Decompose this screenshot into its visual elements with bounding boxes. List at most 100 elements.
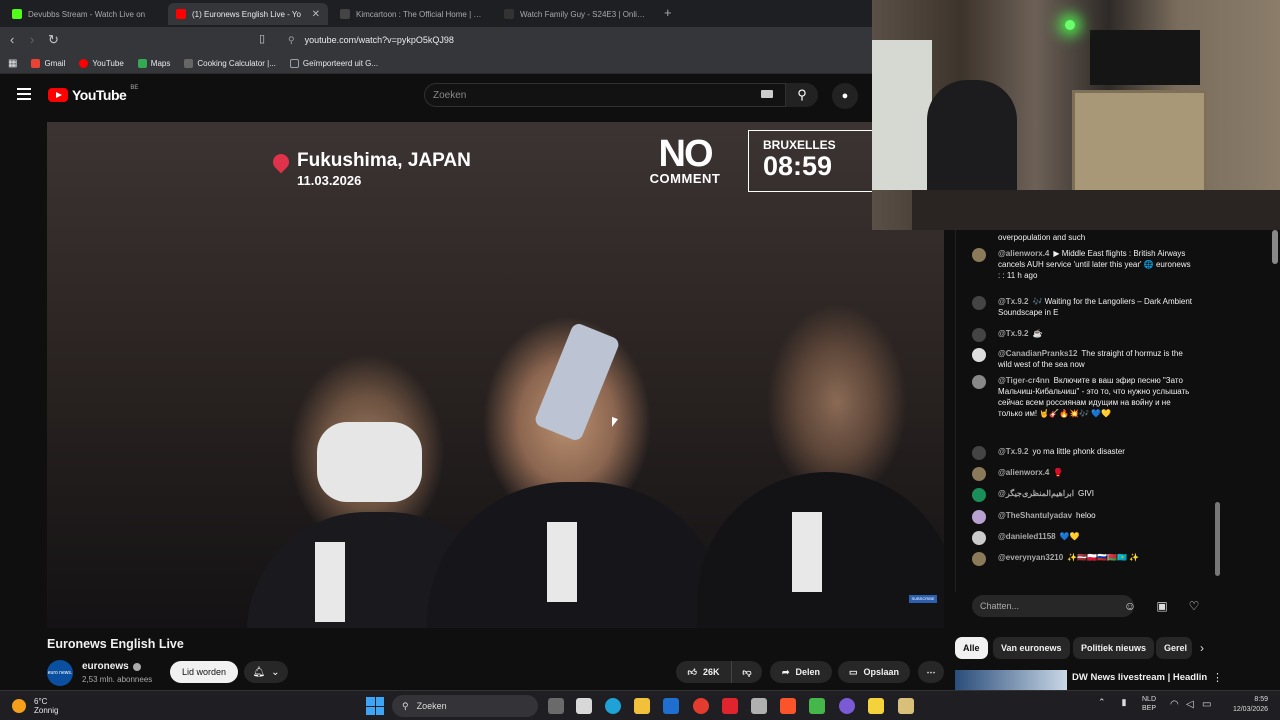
language-indicator[interactable]: NLD BEP — [1142, 695, 1156, 713]
system-tray[interactable]: ⌃ ▮ — [1098, 697, 1127, 708]
heart-icon[interactable]: ♡ — [1186, 598, 1202, 614]
new-tab-button[interactable]: + — [664, 5, 672, 20]
chat-author[interactable]: @danieled1158 — [998, 532, 1056, 541]
chat-avatar[interactable] — [972, 296, 986, 310]
chat-avatar[interactable] — [972, 328, 986, 342]
brave-icon[interactable] — [780, 698, 796, 714]
battery-status-icon[interactable]: ▭ — [1202, 699, 1211, 710]
weather-widget[interactable]: 6°C Zonnig — [12, 697, 58, 715]
youtube-app-icon[interactable] — [722, 698, 738, 714]
page-scrollbar[interactable] — [1272, 230, 1278, 264]
chip-from-euronews[interactable]: Van euronews — [993, 637, 1070, 659]
wifi-icon[interactable]: ◠ — [1170, 699, 1179, 710]
search-button[interactable]: ⚲ — [786, 83, 818, 107]
discord-icon[interactable] — [839, 698, 855, 714]
chat-author[interactable]: @alienworx.4 — [998, 249, 1049, 258]
windows-start-icon[interactable] — [366, 697, 384, 715]
calculator-icon[interactable] — [751, 698, 767, 714]
channel-avatar[interactable]: euro news. — [47, 660, 73, 686]
join-button[interactable]: Lid worden — [170, 661, 238, 683]
browser-tab[interactable]: Watch Family Guy - S24E3 | Online H — [496, 3, 656, 25]
notification-bell-button[interactable]: 🔔︎ ⌄ — [244, 661, 288, 683]
chat-avatar[interactable] — [972, 348, 986, 362]
browser-tab-active[interactable]: (1) Euronews English Live - Yo ✕ — [168, 3, 328, 25]
chat-author[interactable]: @Tx.9.2 — [998, 447, 1028, 456]
chip-related[interactable]: Gerel — [1156, 637, 1192, 659]
chip-political-news[interactable]: Politiek nieuws — [1073, 637, 1155, 659]
app-icon[interactable] — [809, 698, 825, 714]
subscribe-watermark[interactable]: SUBSCRIBE — [909, 595, 937, 603]
chat-author[interactable]: @everynyan3210 — [998, 553, 1063, 562]
chat-scrollbar[interactable] — [1215, 502, 1220, 576]
volume-icon[interactable]: ◁ — [1186, 699, 1194, 710]
related-video-title[interactable]: DW News livestream | Headline — [1072, 672, 1207, 683]
related-video-thumbnail[interactable] — [955, 670, 1067, 690]
like-button[interactable]: 👍︎ 26K — [676, 661, 732, 683]
chevron-right-icon[interactable]: › — [1200, 641, 1204, 655]
url-field[interactable]: ⚲ youtube.com/watch?v=pykpO5kQJ98 — [280, 30, 870, 50]
file-explorer-icon[interactable] — [634, 698, 650, 714]
keyboard-icon[interactable] — [761, 90, 773, 98]
chat-author[interactable]: @Tx.9.2 — [998, 297, 1028, 306]
chat-avatar[interactable] — [972, 488, 986, 502]
store-icon[interactable] — [576, 698, 592, 714]
apps-grid-icon[interactable]: ▦ — [8, 58, 17, 69]
channel-name[interactable]: euronews — [82, 661, 141, 672]
dislike-button[interactable]: 👎︎ — [732, 661, 762, 683]
live-chat-panel[interactable]: overpopulation and such @alienworx.4 ▶ Mi… — [955, 230, 1223, 592]
more-vert-icon[interactable]: ⋮ — [1212, 671, 1223, 684]
browser-tab[interactable]: Kimcartoon : The Official Home | kim — [332, 3, 492, 25]
emoji-icon[interactable]: ☺ — [1122, 598, 1138, 614]
chat-author[interactable]: @Tiger-cr4nn — [998, 376, 1050, 385]
chat-avatar[interactable] — [972, 510, 986, 524]
site-info-icon[interactable]: ⚲ — [288, 35, 295, 46]
chat-avatar[interactable] — [972, 552, 986, 566]
battery-icon[interactable]: ▮ — [1122, 697, 1127, 708]
chat-author[interactable]: @alienworx.4 — [998, 468, 1049, 477]
bookmark-maps[interactable]: Maps — [137, 58, 171, 68]
taskbar-clock[interactable]: 8:59 12/03/2026 — [1224, 695, 1268, 715]
bookmark-icon[interactable]: ▯ — [259, 32, 265, 45]
forward-icon[interactable]: › — [30, 32, 34, 47]
taskbar-search[interactable]: ⚲ Zoeken — [392, 695, 538, 717]
voice-search-button[interactable]: ● — [832, 83, 858, 109]
app-icon[interactable] — [898, 698, 914, 714]
edge-icon[interactable] — [605, 698, 621, 714]
bookmark-folder-imported[interactable]: Geïmporteerd uit G... — [289, 58, 378, 68]
close-tab-icon[interactable]: ✕ — [312, 9, 320, 20]
chat-author[interactable]: @CanadianPranks12 — [998, 349, 1077, 358]
chat-input[interactable]: Chatten... — [972, 595, 1134, 617]
video-player[interactable]: Fukushima, JAPAN 11.03.2026 NO COMMENT B… — [47, 122, 944, 628]
youtube-logo[interactable]: YouTube BE — [48, 85, 138, 103]
chat-author[interactable]: @ابراهیم‌المنظری‌جیگر — [998, 489, 1074, 498]
chat-avatar[interactable] — [972, 446, 986, 460]
bookmark-label: Gmail — [44, 58, 66, 68]
bookmark-youtube[interactable]: YouTube — [79, 58, 124, 68]
bookmark-gmail[interactable]: Gmail — [31, 58, 66, 68]
chat-avatar[interactable] — [972, 375, 986, 389]
app-icon[interactable] — [868, 698, 884, 714]
bookmark-cooking-calculator[interactable]: Cooking Calculator |... — [184, 58, 276, 68]
task-view-icon[interactable] — [548, 698, 564, 714]
super-chat-icon[interactable]: ▣ — [1154, 598, 1170, 614]
menu-hamburger-icon[interactable] — [17, 88, 31, 100]
more-actions-button[interactable]: ⋯ — [918, 661, 944, 683]
search-input[interactable]: Zoeken — [424, 83, 786, 107]
outlook-icon[interactable] — [663, 698, 679, 714]
share-button[interactable]: ➦ Delen — [770, 661, 832, 683]
search-icon: ⚲ — [797, 87, 807, 102]
chip-all[interactable]: Alle — [955, 637, 988, 659]
reload-icon[interactable]: ↻ — [48, 32, 59, 48]
save-button[interactable]: ▭ Opslaan — [838, 661, 910, 683]
chrome-icon[interactable] — [693, 698, 709, 714]
taskbar-search-label: Zoeken — [416, 701, 447, 711]
browser-tab[interactable]: Devubbs Stream - Watch Live on — [4, 3, 164, 25]
chat-avatar[interactable] — [972, 467, 986, 481]
chat-author[interactable]: @TheShantulyadav — [998, 511, 1072, 520]
chat-avatar[interactable] — [972, 248, 986, 262]
chevron-up-icon[interactable]: ⌃ — [1098, 697, 1106, 708]
chat-avatar[interactable] — [972, 531, 986, 545]
chat-author[interactable]: @Tx.9.2 — [998, 329, 1028, 338]
bookmark-label: Maps — [150, 58, 171, 68]
back-icon[interactable]: ‹ — [10, 32, 14, 47]
